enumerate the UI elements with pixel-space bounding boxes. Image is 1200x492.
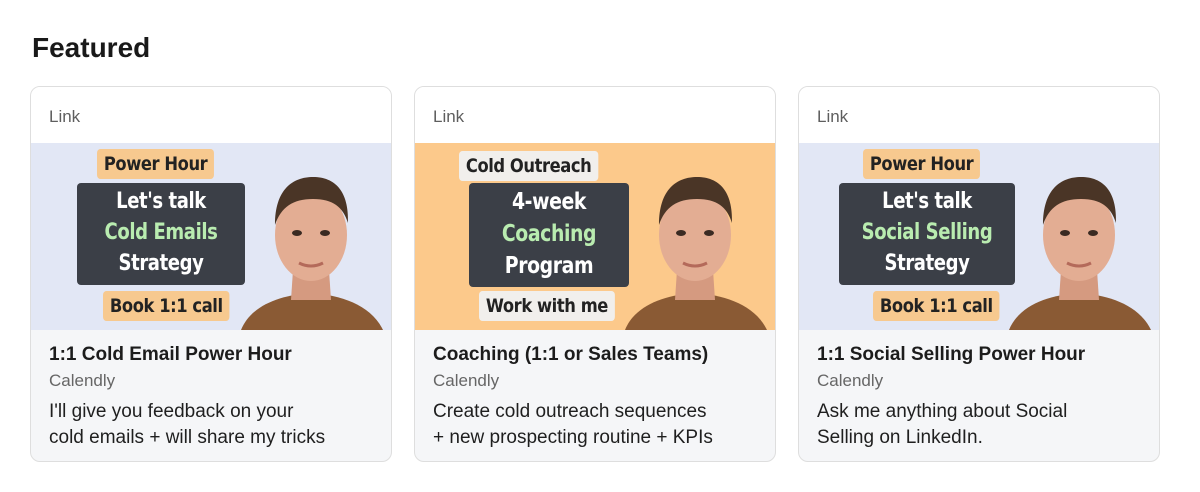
card-source: Calendly [817, 371, 884, 390]
person-portrait-icon [1009, 177, 1151, 330]
section-title: Featured [32, 32, 151, 63]
card-type-label: Link [799, 87, 1159, 143]
thumbnail-top-tag: Power Hour [97, 149, 215, 179]
card-title[interactable]: 1:1 Social Selling Power Hour [817, 344, 1141, 366]
card-type-label: Link [31, 87, 391, 143]
thumbnail-bottom-tag: Book 1:1 call [873, 291, 1000, 321]
description-line: + new prospecting routine + KPIs [433, 427, 713, 448]
board-line: Social Selling [861, 220, 993, 245]
card-body: Coaching (1:1 or Sales Teams) Calendly C… [415, 330, 775, 451]
card-source: Calendly [433, 371, 500, 390]
thumbnail-top-tag: Cold Outreach [459, 151, 599, 181]
card-title[interactable]: Coaching (1:1 or Sales Teams) [433, 344, 757, 366]
card-description: Ask me anything about Social Selling on … [817, 399, 1141, 451]
description-line: cold emails + will share my tricks [49, 427, 326, 448]
card-body: 1:1 Cold Email Power Hour Calendly I'll … [31, 330, 391, 451]
board-line: Let's talk [882, 189, 972, 214]
thumbnail-bottom-tag: Book 1:1 call [103, 291, 230, 321]
person-portrait-icon [625, 177, 767, 330]
card-title[interactable]: 1:1 Cold Email Power Hour [49, 344, 373, 366]
card-description: Create cold outreach sequences + new pro… [433, 399, 757, 451]
featured-cards: Link Power Hour Let's talk Cold Emails S… [30, 86, 1162, 464]
board-line: Program [504, 253, 594, 279]
card-body: 1:1 Social Selling Power Hour Calendly A… [799, 330, 1159, 451]
thumbnail-board: Let's talk Social Selling Strategy [839, 183, 1015, 285]
featured-card[interactable]: Link Power Hour Let's talk Cold Emails S… [30, 86, 392, 462]
card-thumbnail[interactable]: Power Hour Let's talk Cold Emails Strate… [31, 143, 391, 330]
thumbnail-board: Let's talk Cold Emails Strategy [77, 183, 245, 285]
description-line: I'll give you feedback on your [49, 401, 294, 422]
card-type-label: Link [415, 87, 775, 143]
board-line: 4-week [511, 189, 587, 215]
person-portrait-icon [241, 177, 383, 330]
board-line: Cold Emails [104, 220, 218, 245]
card-description: I'll give you feedback on your cold emai… [49, 399, 373, 451]
featured-card[interactable]: Link Power Hour Let's talk Social Sellin… [798, 86, 1160, 462]
card-source: Calendly [49, 371, 116, 390]
card-thumbnail[interactable]: Cold Outreach 4-week Coaching Program Wo… [415, 143, 775, 330]
description-line: Selling on LinkedIn. [817, 427, 983, 448]
board-line: Let's talk [116, 189, 206, 214]
board-line: Strategy [118, 251, 204, 276]
board-line: Strategy [884, 251, 970, 276]
description-line: Create cold outreach sequences [433, 401, 707, 422]
thumbnail-bottom-tag: Work with me [479, 291, 615, 321]
description-line: Ask me anything about Social [817, 401, 1068, 422]
thumbnail-top-tag: Power Hour [863, 149, 981, 179]
board-line: Coaching [501, 221, 597, 247]
featured-card[interactable]: Link Cold Outreach 4-week Coaching Progr… [414, 86, 776, 462]
card-thumbnail[interactable]: Power Hour Let's talk Social Selling Str… [799, 143, 1159, 330]
thumbnail-board: 4-week Coaching Program [469, 183, 629, 287]
